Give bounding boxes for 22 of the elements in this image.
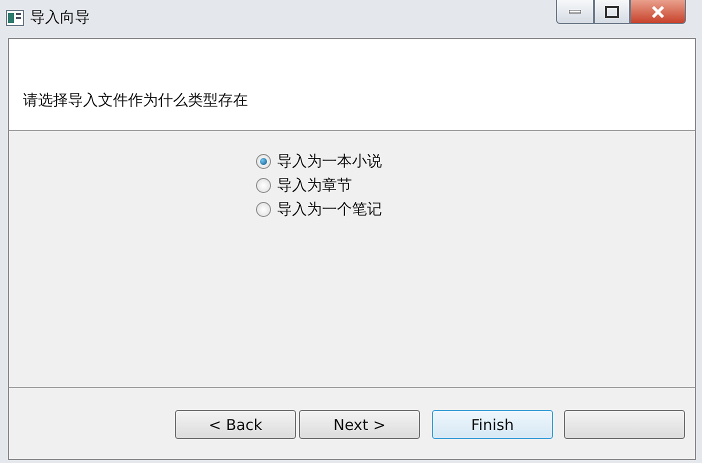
option-label: 导入为一本小说: [277, 152, 382, 171]
wizard-button[interactable]: Next >: [299, 410, 420, 439]
minimize-icon: [569, 10, 581, 14]
radio-button[interactable]: [256, 154, 271, 169]
radio-option[interactable]: 导入为一本小说: [256, 152, 382, 171]
window-title: 导入向导: [30, 8, 90, 27]
radio-button[interactable]: [256, 202, 271, 217]
app-icon: [6, 10, 24, 26]
maximize-icon: [605, 6, 619, 18]
option-label: 导入为章节: [277, 176, 352, 195]
wizard-button[interactable]: Finish: [432, 410, 553, 439]
blank-button[interactable]: [564, 410, 685, 439]
wizard-button[interactable]: < Back: [175, 410, 296, 439]
radio-button[interactable]: [256, 178, 271, 193]
radio-option[interactable]: 导入为章节: [256, 176, 352, 195]
maximize-button[interactable]: [594, 0, 630, 24]
option-label: 导入为一个笔记: [277, 200, 382, 219]
close-button[interactable]: [630, 0, 686, 24]
minimize-button[interactable]: [556, 0, 594, 24]
prompt-text: 请选择导入文件作为什么类型存在: [23, 91, 248, 110]
close-icon: [651, 6, 665, 18]
radio-option[interactable]: 导入为一个笔记: [256, 200, 382, 219]
